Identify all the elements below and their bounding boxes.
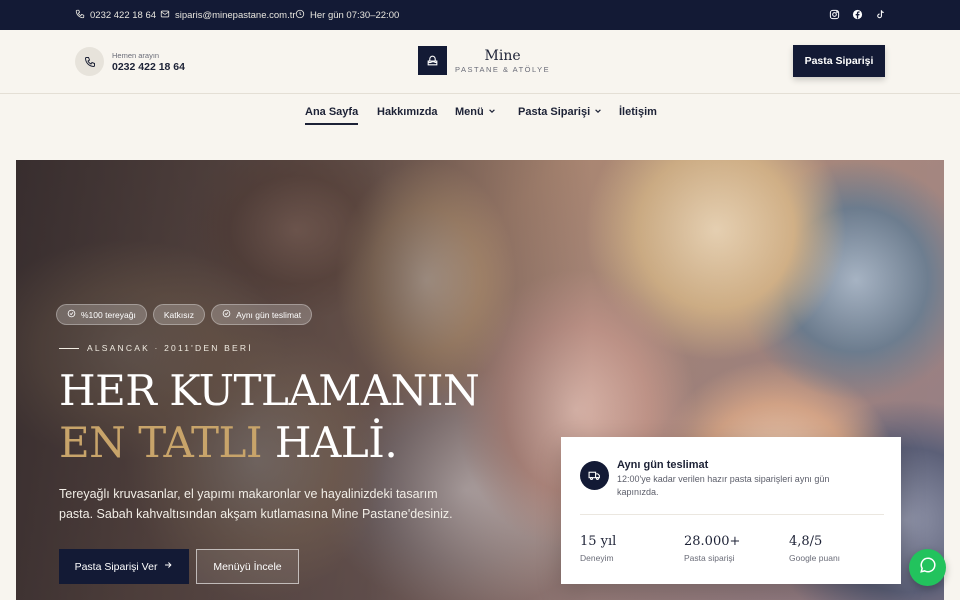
nav-item-contact[interactable]: İletişim — [619, 106, 657, 118]
divider-line — [59, 347, 79, 349]
call-number: 0232 422 18 64 — [112, 60, 185, 73]
stat-label: Deneyim — [580, 553, 614, 563]
site-logo[interactable]: Mine PASTANE & ATÖLYE — [418, 46, 550, 75]
hero-banner: %100 tereyağı Katkısız Aynı gün teslimat… — [16, 160, 944, 600]
chevron-down-icon — [488, 106, 496, 118]
chat-bubble-icon — [919, 556, 937, 579]
nav-item-label: Pasta Siparişi — [518, 106, 591, 118]
badge-label: Katkısız — [163, 309, 195, 320]
main-navigation: Ana Sayfa Hakkımızda Menü Pasta Siparişi… — [0, 95, 960, 131]
badge-additive-free: Katkısız — [152, 304, 206, 325]
card-title: Aynı gün teslimat — [617, 459, 709, 471]
view-menu-button[interactable]: Menüyü İncele — [196, 549, 299, 584]
topbar-email-text: siparis@minepastane.com.tr — [175, 10, 296, 21]
social-links — [829, 9, 886, 20]
nav-item-cake-order[interactable]: Pasta Siparişi — [518, 106, 602, 118]
instagram-icon[interactable] — [829, 9, 840, 20]
cake-icon — [418, 46, 447, 75]
clock-icon — [295, 9, 305, 22]
topbar-hours-text: Her gün 07:30–22:00 — [310, 10, 400, 21]
top-info-bar: 0232 422 18 64 siparis@minepastane.com.t… — [0, 0, 960, 30]
feature-badges: %100 tereyağı Katkısız Aynı gün teslimat — [56, 304, 313, 325]
card-description: 12:00'ye kadar verilen hazır pasta sipar… — [617, 474, 830, 497]
topbar-hours: Her gün 07:30–22:00 — [295, 9, 399, 22]
since-text: ALSANCAK · 2011'DEN BERİ — [87, 343, 253, 353]
phone-icon — [75, 9, 85, 22]
logo-subtitle: PASTANE & ATÖLYE — [455, 64, 551, 74]
check-circle-icon — [67, 309, 76, 320]
nav-item-label: Ana Sayfa — [305, 106, 359, 118]
button-label: Pasta Siparişi Ver — [74, 560, 158, 573]
truck-icon — [580, 461, 609, 490]
delivery-info-card: Aynı gün teslimat 12:00'ye kadar verilen… — [561, 437, 901, 584]
badge-label: %100 tereyağı — [81, 309, 136, 320]
topbar-phone[interactable]: 0232 422 18 64 — [75, 9, 156, 22]
stat-experience: 15 yıl Deneyim — [580, 534, 616, 563]
hero-title-line2: EN TATLI HALİ. — [59, 417, 479, 469]
stat-value: 15 yıl — [580, 534, 617, 549]
nav-item-label: İletişim — [619, 106, 657, 118]
nav-item-label: Hakkımızda — [377, 106, 438, 118]
topbar-email[interactable]: siparis@minepastane.com.tr — [160, 9, 296, 22]
badge-butter: %100 tereyağı — [56, 304, 147, 325]
nav-item-label: Menü — [455, 106, 484, 118]
nav-item-about[interactable]: Hakkımızda — [377, 106, 438, 118]
call-label: Hemen arayın — [112, 50, 160, 60]
badge-same-day: Aynı gün teslimat — [211, 304, 313, 325]
since-tagline: ALSANCAK · 2011'DEN BERİ — [59, 343, 253, 353]
hero-title-rest: HALİ. — [274, 418, 398, 467]
phone-icon — [75, 47, 104, 76]
hero-title: HER KUTLAMANIN EN TATLI HALİ. — [59, 365, 480, 469]
arrow-right-icon — [163, 560, 173, 573]
whatsapp-chat-button[interactable] — [909, 549, 946, 586]
logo-title: Mine — [484, 47, 521, 64]
stat-orders: 28.000+ Pasta siparişi — [684, 534, 740, 563]
card-divider — [580, 514, 884, 515]
tiktok-icon[interactable] — [875, 9, 886, 20]
stat-rating: 4,8/5 Google puanı — [789, 534, 840, 563]
stat-value: 28.000+ — [684, 534, 741, 549]
mail-icon — [160, 9, 170, 22]
stat-value: 4,8/5 — [789, 534, 823, 549]
site-header: Hemen arayın 0232 422 18 64 Mine PASTANE… — [0, 30, 960, 94]
nav-item-home[interactable]: Ana Sayfa — [305, 106, 359, 125]
hero-lead: Tereyağlı kruvasanlar, el yapımı makaron… — [59, 487, 453, 521]
stat-label: Pasta siparişi — [684, 553, 735, 563]
call-us[interactable]: Hemen arayın 0232 422 18 64 — [75, 47, 185, 76]
badge-label: Aynı gün teslimat — [236, 309, 302, 320]
hero-title-highlight: EN TATLI — [59, 418, 263, 467]
stat-label: Google puanı — [789, 553, 841, 563]
nav-item-menu[interactable]: Menü — [455, 106, 496, 118]
facebook-icon[interactable] — [852, 9, 863, 20]
hero-title-line1: HER KUTLAMANIN — [59, 366, 480, 415]
chevron-down-icon — [594, 106, 602, 118]
check-circle-icon — [222, 309, 231, 320]
cake-order-button[interactable]: Pasta Siparişi — [793, 45, 885, 77]
order-cake-button[interactable]: Pasta Siparişi Ver — [59, 549, 189, 584]
topbar-phone-text: 0232 422 18 64 — [90, 10, 157, 21]
